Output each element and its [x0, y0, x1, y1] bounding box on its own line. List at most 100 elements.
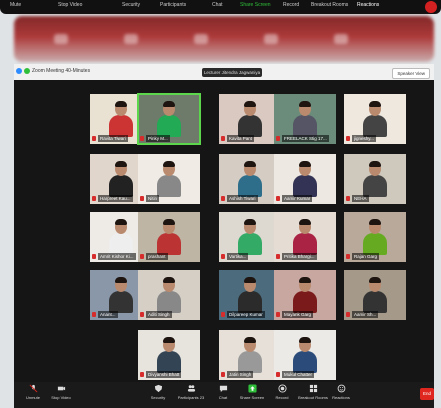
participant-name: Ravita Tiwari	[98, 135, 128, 142]
record-label[interactable]: Record	[283, 2, 299, 8]
participant-tile[interactable]: Ashish Tiwari	[219, 154, 281, 204]
participant-hair	[299, 337, 311, 343]
participant-name: Vartika...	[227, 253, 249, 260]
participant-tile[interactable]: Aditi Singh	[138, 270, 200, 320]
participant-hair	[244, 161, 256, 167]
window-title: Zoom Meeting 40-Minutes	[32, 68, 91, 74]
participant-body	[157, 291, 181, 313]
participant-hair	[163, 277, 175, 283]
participant-tile[interactable]: Jatin Singh	[219, 330, 281, 380]
participant-name: Aamir Kumar	[282, 195, 313, 202]
microphone-muted-icon	[140, 196, 144, 201]
participant-face	[163, 277, 175, 292]
participant-name: Kavita Pant	[227, 135, 255, 142]
breakout-rooms-label[interactable]: Breakout Rooms	[311, 2, 348, 8]
participant-body	[363, 175, 387, 197]
participant-tile[interactable]: Rajan Garg	[344, 212, 406, 262]
participant-video	[293, 219, 317, 256]
window-titlebar: Zoom Meeting 40-Minutes Lecturer Jitendr…	[14, 64, 434, 84]
participant-name: Amrit Kishor Ki...	[98, 253, 136, 260]
participant-tile[interactable]: Pinky M...	[137, 93, 201, 145]
participants-label[interactable]: Participants	[160, 2, 186, 8]
participant-face	[163, 161, 175, 176]
participant-face	[299, 101, 311, 116]
participant-name: Pritika Bhargi...	[282, 253, 317, 260]
participant-name: FREELACK Stig 17...	[282, 135, 329, 142]
participant-body	[109, 291, 133, 313]
microphone-muted-icon	[276, 372, 280, 377]
microphone-muted-icon	[29, 384, 37, 393]
participant-hair	[115, 101, 127, 107]
participant-face	[299, 161, 311, 176]
blurred-element	[124, 34, 138, 44]
participant-name: Jatin Singh	[227, 371, 254, 378]
participant-tile[interactable]: Kavita Pant	[219, 94, 281, 144]
participant-tile[interactable]: NEHA	[344, 154, 406, 204]
participant-hair	[299, 101, 311, 107]
speaker-view-button[interactable]: Speaker View	[392, 68, 430, 79]
participant-body	[238, 115, 262, 137]
participant-name: Rajan Garg	[352, 253, 380, 260]
shield-icon[interactable]	[24, 68, 30, 74]
participant-name: Divyanshi Bhatt	[146, 371, 182, 378]
stop-video-button[interactable]: Stop Video	[42, 384, 80, 400]
participant-tile[interactable]: Nitin	[138, 154, 200, 204]
stop-video-label: Stop Video	[51, 395, 71, 400]
mute-label[interactable]: Mute	[10, 2, 21, 8]
participant-tile[interactable]: Dilpareep Kumar	[219, 270, 281, 320]
participant-tile[interactable]: jigneshy...	[344, 94, 406, 144]
meeting-toolbar: Unmute Stop Video Security Participants …	[14, 382, 434, 408]
blurred-element	[54, 34, 68, 44]
blurred-element	[194, 34, 208, 44]
participant-video	[157, 219, 181, 256]
chat-bubble-icon	[219, 385, 227, 393]
participant-body	[293, 115, 317, 137]
participant-tile[interactable]: Vartika...	[219, 212, 281, 262]
share-screen-label[interactable]: Share Screen	[240, 2, 271, 8]
microphone-muted-icon	[140, 136, 144, 141]
microphone-muted-icon	[221, 196, 225, 201]
reactions-label: Reactions	[332, 395, 350, 400]
participant-video	[238, 219, 262, 256]
participant-body	[363, 291, 387, 313]
participant-body	[109, 115, 133, 137]
participant-body	[293, 351, 317, 373]
share-screen-icon	[247, 384, 257, 393]
participant-face	[163, 337, 175, 352]
participant-video	[157, 161, 181, 198]
participant-tile[interactable]: Divyanshi Bhatt	[138, 330, 200, 380]
participant-hair	[299, 161, 311, 167]
participant-tile[interactable]: Aamir Sh...	[344, 270, 406, 320]
participant-tile[interactable]: Mukul Chatter	[274, 330, 336, 380]
reactions-label[interactable]: Reactions	[357, 2, 379, 8]
chat-label[interactable]: Chat	[212, 2, 223, 8]
stop-video-label[interactable]: Stop Video	[58, 2, 82, 8]
participant-video	[109, 101, 133, 138]
participant-hair	[163, 101, 175, 107]
participant-body	[293, 291, 317, 313]
microphone-muted-icon	[221, 136, 225, 141]
participant-tile[interactable]: Pritika Bhargi...	[274, 212, 336, 262]
reactions-button[interactable]: Reactions	[322, 384, 360, 400]
participant-tile[interactable]: Mayank Garg	[274, 270, 336, 320]
participant-name: Dilpareep Kumar	[227, 311, 265, 318]
participant-face	[299, 337, 311, 352]
microphone-muted-icon	[92, 254, 96, 259]
microphone-muted-icon	[346, 196, 350, 201]
gallery-view: Ravita Tiwari Pinky M... Kavita Pant FREELA…	[14, 80, 434, 382]
end-meeting-button[interactable]: End	[420, 388, 434, 400]
participant-name: Harpreet Kau...	[98, 195, 133, 202]
participant-tile[interactable]: Aamir Kumar	[274, 154, 336, 204]
participant-hair	[369, 277, 381, 283]
participant-tile[interactable]: FREELACK Stig 17...	[274, 94, 336, 144]
participants-label: Participants	[177, 395, 199, 400]
microphone-muted-icon	[92, 196, 96, 201]
participant-hair	[369, 101, 381, 107]
participant-name: prashant	[146, 253, 168, 260]
microphone-muted-icon	[140, 372, 144, 377]
participant-face	[115, 101, 127, 116]
security-label[interactable]: Security	[122, 2, 140, 8]
participant-tile[interactable]: prashant	[138, 212, 200, 262]
microphone-muted-icon	[276, 312, 280, 317]
shield-icon	[154, 384, 162, 393]
